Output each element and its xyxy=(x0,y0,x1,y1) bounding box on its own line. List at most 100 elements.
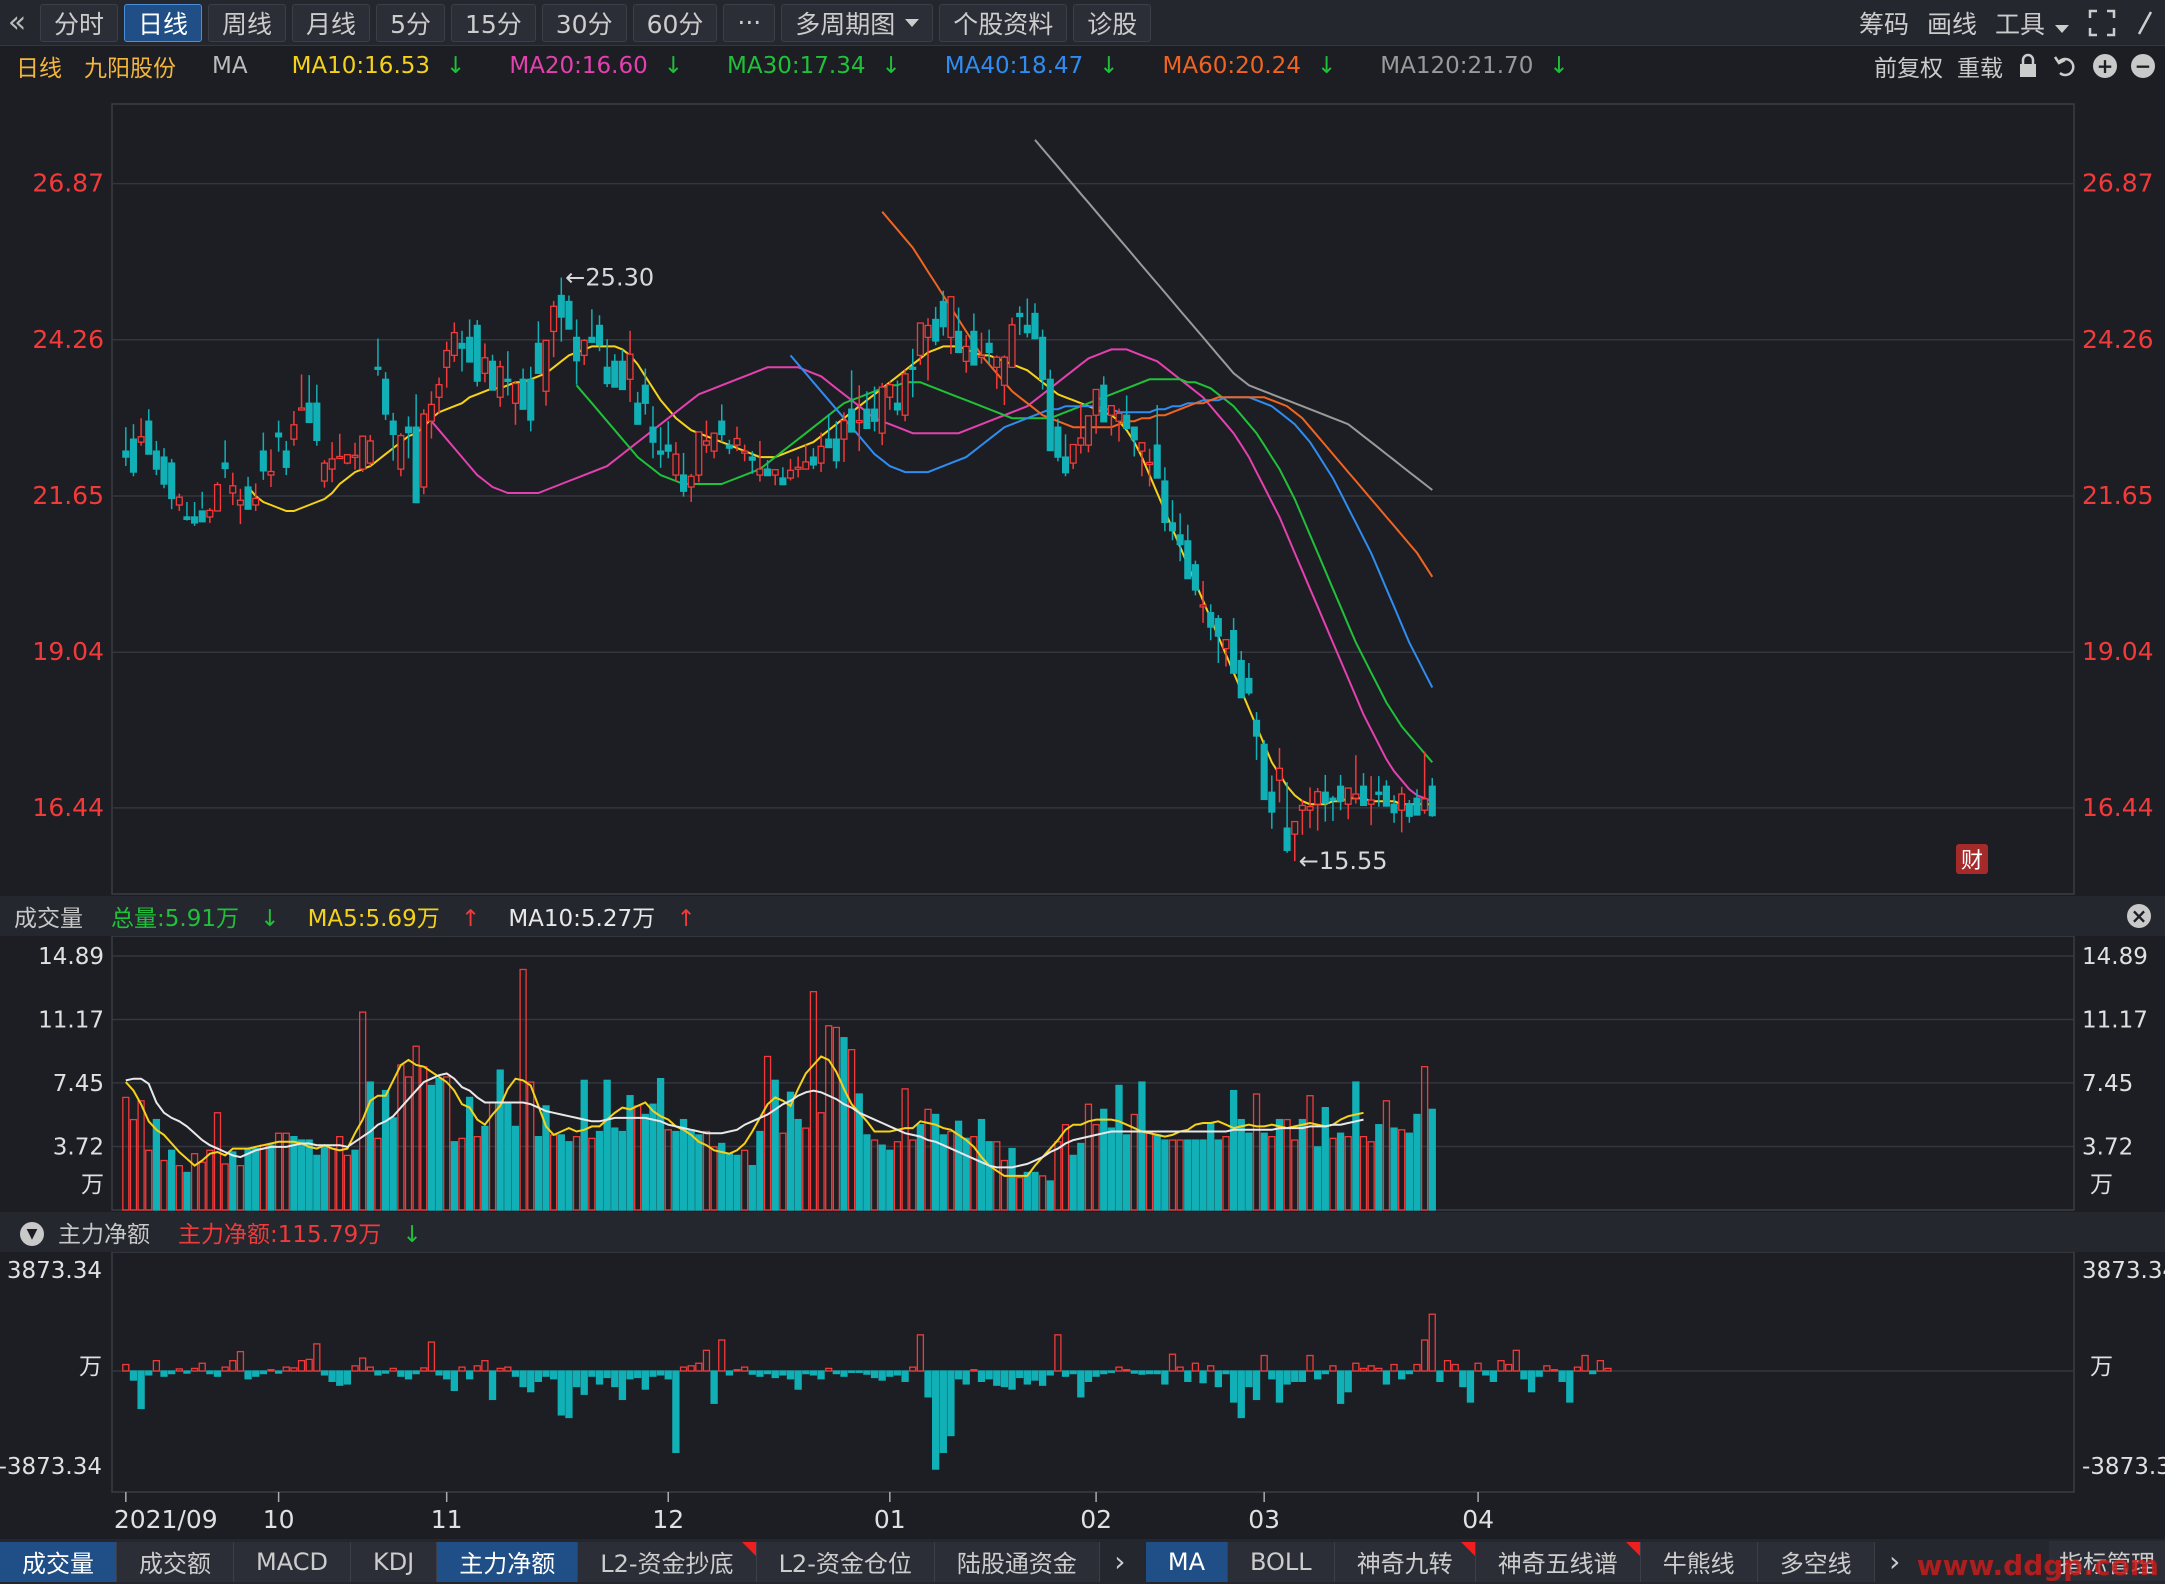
bottom_tabs_left-tab-1[interactable]: 成交额 xyxy=(117,1541,234,1582)
period-tab-2[interactable]: 周线 xyxy=(208,3,287,42)
bottom_tabs_right-tab-5[interactable]: 多空线 xyxy=(1757,1541,1875,1582)
bottom_tabs_right-tab-4[interactable]: 牛熊线 xyxy=(1640,1541,1758,1582)
period-tab-label: 15分 xyxy=(464,9,522,39)
tab-label: 神奇九转 xyxy=(1356,1550,1453,1578)
finance-badge[interactable]: 财 xyxy=(1961,849,1983,874)
candle-body xyxy=(970,330,978,366)
split-icon[interactable] xyxy=(2135,8,2155,38)
period-tab-7[interactable]: 60分 xyxy=(632,3,718,42)
period-tab-8[interactable]: ··· xyxy=(723,3,776,42)
candle-body xyxy=(137,436,145,443)
volume-bar xyxy=(1390,1127,1398,1211)
netflow-chart[interactable]: 3873.34 万 -3873.34 3873.34 万 -3873.3 xyxy=(0,1252,2165,1500)
bottom_tabs_left-tab-4[interactable]: 主力净额 xyxy=(437,1541,579,1582)
collapse-left-icon[interactable]: « xyxy=(0,5,34,40)
period-tab-11[interactable]: 诊股 xyxy=(1073,3,1152,42)
netflow-bar xyxy=(221,1366,229,1372)
fullscreen-icon[interactable] xyxy=(2087,8,2117,38)
indicator-name[interactable]: MA xyxy=(212,53,248,79)
stock-name[interactable]: 九阳股份 xyxy=(84,49,176,83)
candle-body xyxy=(848,408,856,433)
ma-label-0[interactable]: MA10:16.53 ↓ xyxy=(276,53,466,79)
bottom_tabs_left-tab-0[interactable]: 成交量 xyxy=(0,1541,117,1582)
period-tab-4[interactable]: 5分 xyxy=(376,3,445,42)
lock-icon[interactable] xyxy=(2017,53,2039,79)
netflow-bar xyxy=(802,1370,810,1375)
volume-bar xyxy=(374,1137,382,1211)
candle-body xyxy=(1184,540,1192,580)
netflow-bar xyxy=(1069,1370,1077,1375)
price-axis-right-3: 19.04 xyxy=(2082,637,2154,666)
candle-body xyxy=(1207,612,1215,628)
netflow-bar xyxy=(267,1369,275,1372)
close-panel-icon[interactable]: × xyxy=(2127,904,2151,928)
candle-body xyxy=(809,456,817,466)
volume-bar xyxy=(595,1130,604,1211)
netflow-bar xyxy=(145,1370,153,1376)
candle-body xyxy=(1214,618,1222,637)
date-label-0: 2021/09 xyxy=(114,1505,218,1534)
period-tab-9[interactable]: 多周期图 xyxy=(781,3,934,42)
period-tab-0[interactable]: 分时 xyxy=(40,3,119,42)
candle-body xyxy=(168,462,176,500)
bottom_tabs_left-tab-6[interactable]: L2-资金仓位 xyxy=(756,1541,935,1582)
volume-title[interactable]: 成交量 xyxy=(14,899,83,933)
chevron-down-icon xyxy=(2055,25,2069,33)
bottom_tabs_left-tab-7[interactable]: 陆股通资金 xyxy=(934,1541,1100,1582)
bottom_tabs_right-tab-1[interactable]: BOLL xyxy=(1228,1541,1335,1582)
chevron-right-icon[interactable]: › xyxy=(1100,1545,1140,1578)
netflow-axis-bottom-right: -3873.3 xyxy=(2082,1454,2165,1480)
volume-bar xyxy=(802,1127,810,1211)
netflow-bar xyxy=(183,1370,191,1374)
bottom_tabs_right-tab-3[interactable]: 神奇五线谱 xyxy=(1475,1541,1641,1582)
candle-body xyxy=(794,466,802,470)
price-chart[interactable]: 26.87 26.87 24.26 24.26 21.65 21.65 19.04 19.04… xyxy=(0,86,2165,896)
candle-body xyxy=(580,339,588,357)
volume-bar xyxy=(519,968,527,1211)
ma-label-2[interactable]: MA30:17.34 ↓ xyxy=(711,53,901,79)
bottom_tabs_left-tab-3[interactable]: KDJ xyxy=(350,1541,438,1582)
bottom_tabs_right-tab-2[interactable]: 神奇九转 xyxy=(1334,1541,1476,1582)
bottom_tabs_left-tab-2[interactable]: MACD xyxy=(234,1541,351,1582)
zoom-in-icon[interactable]: + xyxy=(2093,54,2117,78)
chip-distribution-button[interactable]: 筹码 xyxy=(1859,5,1909,41)
netflow-title[interactable]: 主力净额 xyxy=(58,1215,150,1249)
tools-menu[interactable]: 工具 xyxy=(1995,5,2069,41)
netflow-bar xyxy=(1115,1366,1123,1372)
undo-icon[interactable] xyxy=(2053,53,2079,79)
volume-chart[interactable]: 14.89 14.89 11.17 11.17 7.45 7.45 3.72 3.72 万 万 xyxy=(0,936,2165,1216)
candle-body xyxy=(1367,799,1375,805)
period-tab-1[interactable]: 日线 xyxy=(124,3,203,42)
period-tab-3[interactable]: 月线 xyxy=(292,3,371,42)
candle-body xyxy=(122,450,130,458)
bottom_tabs_right-tab-0[interactable]: MA xyxy=(1145,1541,1228,1582)
volume-bar xyxy=(733,1154,741,1211)
period-tab-label: ··· xyxy=(737,8,762,37)
ma-label-1[interactable]: MA20:16.60 ↓ xyxy=(493,53,683,79)
period-tab-10[interactable]: 个股资料 xyxy=(939,3,1068,42)
collapse-down-icon[interactable]: ▼ xyxy=(6,1218,44,1246)
chevron-right-icon[interactable]: › xyxy=(1875,1545,1915,1578)
adjust-button[interactable]: 前复权 xyxy=(1874,49,1943,83)
ma-label-5[interactable]: MA120:21.70 ↓ xyxy=(1364,53,1568,79)
netflow-bar xyxy=(641,1370,649,1390)
volume-bar xyxy=(1405,1132,1413,1211)
draw-line-button[interactable]: 画线 xyxy=(1927,5,1977,41)
volume-bar xyxy=(1229,1089,1238,1211)
volume-bar xyxy=(198,1161,206,1211)
ma-label-3[interactable]: MA40:18.47 ↓ xyxy=(929,53,1119,79)
zoom-out-icon[interactable]: − xyxy=(2131,54,2155,78)
candle-body xyxy=(1428,785,1436,817)
netflow-bar xyxy=(1413,1363,1421,1372)
candle-body xyxy=(1291,820,1299,835)
period-tab-5[interactable]: 15分 xyxy=(450,3,536,42)
netflow-bar xyxy=(748,1370,756,1375)
netflow-bar xyxy=(1275,1370,1284,1403)
bottom_tabs_left-tab-5[interactable]: L2-资金抄底 xyxy=(578,1541,757,1582)
ma-label-4[interactable]: MA60:20.24 ↓ xyxy=(1147,53,1337,79)
period-tab-6[interactable]: 30分 xyxy=(541,3,627,42)
volume-bar xyxy=(1168,1139,1177,1211)
volume-bar xyxy=(1306,1095,1314,1211)
reload-button[interactable]: 重载 xyxy=(1957,49,2003,83)
netflow-bar xyxy=(336,1370,344,1386)
